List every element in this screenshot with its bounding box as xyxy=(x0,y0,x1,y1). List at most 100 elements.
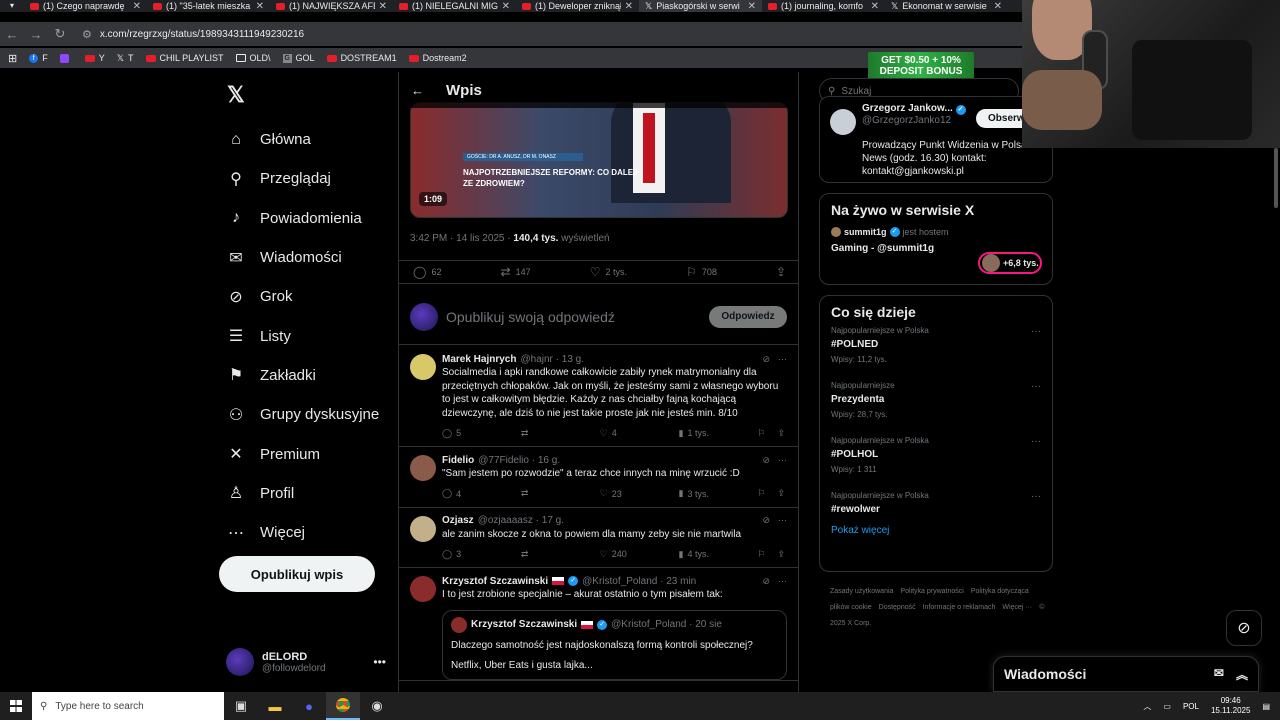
sidebar-item-mail[interactable]: ✉ Wiadomości xyxy=(226,238,379,277)
sidebar-item-profile[interactable]: ♙ Profil xyxy=(226,474,379,513)
file-explorer-icon[interactable]: ▬ xyxy=(258,692,292,720)
author-handle[interactable]: @77Fidelio · 16 g. xyxy=(478,455,560,466)
tray-chevron-icon[interactable]: ︿ xyxy=(1143,701,1151,712)
more-dots-icon[interactable]: ··· xyxy=(778,354,787,365)
share-icon[interactable]: ⇪ xyxy=(777,488,785,499)
like-button[interactable]: ♡ 23 xyxy=(600,488,640,499)
network-icon[interactable]: ▭ xyxy=(1163,702,1171,711)
list-item[interactable]: Ozjasz @ozjaaaasz · 17 g. ⊘ ··· ale zanim sk… xyxy=(399,508,798,568)
footer-link[interactable]: Informacje o reklamach xyxy=(923,604,996,611)
trend-item[interactable]: Najpopularniejsze w Polska #POLHOL Wpisy: … xyxy=(831,430,1041,485)
quoted-tweet[interactable]: Krzysztof Szczawinski ✓ @Kristof_Poland … xyxy=(442,609,787,680)
like-button[interactable]: ♡ 4 xyxy=(600,428,640,439)
bookmark-item[interactable]: DOSTREAM1 xyxy=(326,53,397,64)
author-name[interactable]: Fidelio xyxy=(442,455,474,466)
profile-handle[interactable]: @GrzegorzJanko12 xyxy=(862,115,966,126)
bookmark-item[interactable] xyxy=(59,53,73,64)
reply-button[interactable]: ◯ 3 xyxy=(442,549,482,560)
more-dots-icon[interactable]: ··· xyxy=(778,455,787,466)
scrollbar[interactable] xyxy=(1274,148,1278,208)
share-icon[interactable]: ⇪ xyxy=(777,428,785,439)
browser-tab[interactable]: (1) NAJWIĘKSZA AFE ✕ xyxy=(270,0,393,12)
chrome-icon[interactable] xyxy=(326,692,360,720)
bookmark-item[interactable]: G GOL xyxy=(282,53,315,64)
expand-chevron-icon[interactable]: ︽ xyxy=(1236,666,1248,683)
bookmark-item[interactable]: Dostream2 xyxy=(408,53,467,64)
share-button[interactable]: ⇪ xyxy=(776,265,786,279)
close-icon[interactable]: ✕ xyxy=(871,1,879,12)
browser-tab[interactable]: 𝕏 Ekonomat w serwisie ✕ xyxy=(885,0,1008,12)
bookmark-icon[interactable]: ⚐ xyxy=(757,549,765,560)
bookmark-button[interactable]: ⚐ 708 xyxy=(686,265,717,279)
task-view-icon[interactable]: ▣ xyxy=(224,692,258,720)
views-button[interactable]: ▮ 3 tys. xyxy=(679,488,719,499)
sidebar-item-communities[interactable]: ⚇ Grupy dyskusyjne xyxy=(226,395,379,434)
author-handle[interactable]: @ozjaaaasz · 17 g. xyxy=(478,515,564,526)
close-icon[interactable]: ✕ xyxy=(748,1,756,12)
views-button[interactable]: ▮ 1 tys. xyxy=(679,428,719,439)
close-icon[interactable]: ✕ xyxy=(133,1,141,12)
author-handle[interactable]: @hajnr · 13 g. xyxy=(520,354,584,365)
more-dots-icon[interactable]: ••• xyxy=(373,655,386,669)
reply-button[interactable]: ◯ 62 xyxy=(413,265,441,279)
close-icon[interactable]: ✕ xyxy=(379,1,387,12)
author-handle[interactable]: @Kristof_Poland · 23 min xyxy=(582,576,696,587)
post-timestamp[interactable]: 3:42 PM · 14 lis 2025 · xyxy=(410,233,511,244)
site-info-icon[interactable]: ⚙ xyxy=(82,28,92,41)
like-button[interactable]: ♡ 2 tys. xyxy=(590,265,627,279)
url-field[interactable]: ⚙ x.com/rzegrzxg/status/1989343111949230… xyxy=(82,23,1030,45)
reply-submit-button[interactable]: Odpowiedz xyxy=(709,305,787,328)
more-dots-icon[interactable]: ··· xyxy=(1031,436,1041,447)
bookmark-item[interactable]: CHIL PLAYLIST xyxy=(145,53,224,64)
avatar[interactable] xyxy=(410,515,436,542)
repost-button[interactable]: ⇄ xyxy=(521,549,561,560)
views-button[interactable]: ▮ 4 tys. xyxy=(679,549,719,560)
apps-grid-icon[interactable]: ⊞ xyxy=(8,52,17,65)
show-more-link[interactable]: Pokaż więcej xyxy=(831,525,1041,536)
bookmark-item[interactable]: Y xyxy=(84,53,105,64)
avatar[interactable] xyxy=(410,354,436,380)
discord-icon[interactable]: ● xyxy=(292,692,326,720)
list-item[interactable]: Marek Hajnrych @hajnr · 13 g. ⊘ ··· Socialme… xyxy=(399,346,798,447)
bookmark-item[interactable]: 𝕏T xyxy=(117,53,134,64)
taskbar-search-input[interactable]: ⚲ Type here to search xyxy=(32,692,224,720)
language-indicator[interactable]: POL xyxy=(1183,702,1199,711)
more-dots-icon[interactable]: ··· xyxy=(778,576,787,587)
footer-link[interactable]: Dostępność xyxy=(879,604,916,611)
sidebar-item-list[interactable]: ☰ Listy xyxy=(226,316,379,355)
sidebar-item-search[interactable]: ⚲ Przeglądaj xyxy=(226,159,379,198)
listeners-pill[interactable]: +6,8 tys. xyxy=(978,252,1042,274)
reply-input[interactable]: Opublikuj swoją odpowiedź xyxy=(446,309,701,325)
more-dots-icon[interactable]: ··· xyxy=(1031,491,1041,502)
live-card[interactable]: Na żywo w serwisie X summit1g ✓ jest hos… xyxy=(819,193,1053,285)
grok-icon[interactable]: ⊘ xyxy=(762,576,770,587)
forward-arrow-icon[interactable]: → xyxy=(24,27,48,42)
repost-button[interactable]: ⇄ xyxy=(521,488,561,499)
bookmark-item[interactable]: OLD\ xyxy=(235,53,271,64)
profile-name[interactable]: Grzegorz Jankow... ✓ xyxy=(862,103,966,115)
account-switcher[interactable]: dELORD @followdelord ••• xyxy=(226,646,386,678)
sidebar-item-grok[interactable]: ⊘ Grok xyxy=(226,277,379,316)
grok-icon[interactable]: ⊘ xyxy=(762,515,770,526)
repost-button[interactable]: ⇄ 147 xyxy=(501,265,531,279)
browser-tab[interactable]: (1) "35-latek mieszka ✕ xyxy=(147,0,270,12)
author-name[interactable]: Krzysztof Szczawinski xyxy=(442,576,548,587)
trend-item[interactable]: Najpopularniejsze Prezydenta Wpisy: 28,7 t… xyxy=(831,375,1041,430)
sidebar-item-bookmark[interactable]: ⚑ Zakładki xyxy=(226,356,379,395)
author-name[interactable]: Marek Hajnrych xyxy=(442,354,516,365)
footer-link[interactable]: Polityka prywatności xyxy=(900,588,963,595)
reload-icon[interactable]: ↻ xyxy=(48,26,72,42)
messages-drawer[interactable]: Wiadomości ✉ ︽ xyxy=(993,656,1259,692)
new-message-icon[interactable]: ✉ xyxy=(1214,666,1224,683)
close-icon[interactable]: ✕ xyxy=(994,1,1002,12)
bookmark-icon[interactable]: ⚐ xyxy=(757,428,765,439)
url-text[interactable]: x.com/rzegrzxg/status/198934311194923021… xyxy=(100,29,304,40)
clock[interactable]: 09:46 15.11.2025 xyxy=(1211,696,1250,716)
list-item[interactable]: Krzysztof Szczawinski ✓ @Kristof_Poland … xyxy=(399,568,798,681)
browser-tab[interactable]: (1) Czego naprawdę ✕ xyxy=(24,0,147,12)
close-icon[interactable]: ✕ xyxy=(256,1,264,12)
sidebar-item-home[interactable]: ⌂ Główna xyxy=(226,120,379,159)
browser-tab[interactable]: 𝕏 Piaskogórski w serwi ✕ xyxy=(639,0,762,12)
back-arrow-icon[interactable]: ← xyxy=(411,83,424,98)
notifications-icon[interactable]: ▤ xyxy=(1262,702,1270,711)
